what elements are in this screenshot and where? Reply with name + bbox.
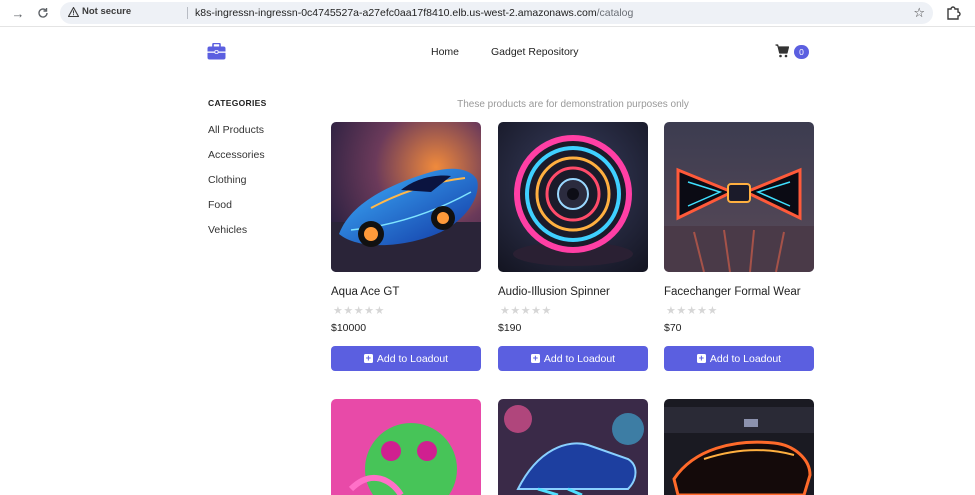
briefcase-logo-icon[interactable] (207, 43, 226, 60)
url-text[interactable]: k8s-ingressn-ingressn-0c4745527a-a27efc0… (195, 7, 633, 19)
address-bar[interactable]: Not secure k8s-ingressn-ingressn-0c47455… (60, 2, 933, 24)
product-name[interactable]: Aqua Ace GT (331, 286, 399, 298)
rating-stars: ★★★★★ (333, 305, 385, 317)
cart-count-badge[interactable]: 0 (794, 45, 809, 59)
add-to-loadout-button[interactable]: + Add to Loadout (331, 346, 481, 371)
add-to-loadout-button[interactable]: + Add to Loadout (664, 346, 814, 371)
url-host: k8s-ingressn-ingressn-0c4745527a-a27efc0… (195, 7, 597, 19)
security-label: Not secure (82, 6, 132, 17)
product-card: Aqua Ace GT ★★★★★ $10000 + Add to Loadou… (331, 122, 481, 371)
product-image-neon-racecar[interactable] (664, 399, 814, 495)
categories-heading: CATEGORIES (208, 98, 267, 108)
product-image-neon-shoes[interactable] (498, 399, 648, 495)
add-to-loadout-button[interactable]: + Add to Loadout (498, 346, 648, 371)
category-accessories[interactable]: Accessories (208, 149, 265, 161)
reload-icon[interactable] (33, 4, 53, 22)
rating-stars: ★★★★★ (500, 305, 552, 317)
nav-home-link[interactable]: Home (431, 46, 459, 58)
demo-disclaimer: These products are for demonstration pur… (457, 99, 689, 110)
product-card: Audio-Illusion Spinner ★★★★★ $190 + Add … (498, 122, 648, 371)
add-to-loadout-label: Add to Loadout (709, 352, 782, 365)
bookmark-star-icon[interactable]: ☆ (913, 5, 925, 21)
security-indicator[interactable]: Not secure (68, 6, 131, 17)
product-image-neon-bowtie[interactable] (664, 122, 814, 272)
category-vehicles[interactable]: Vehicles (208, 224, 247, 236)
product-card: Facechanger Formal Wear ★★★★★ $70 + Add … (664, 122, 814, 371)
browser-toolbar: → Not secure k8s-ingressn-ingressn-0c474… (0, 0, 975, 27)
product-name[interactable]: Audio-Illusion Spinner (498, 286, 610, 298)
category-food[interactable]: Food (208, 199, 232, 211)
url-path: /catalog (596, 7, 634, 19)
omnibox-divider (187, 7, 188, 19)
forward-icon[interactable]: → (8, 4, 28, 22)
warning-icon (68, 6, 79, 17)
product-price: $10000 (331, 322, 367, 334)
product-price: $70 (664, 322, 682, 334)
cart-icon[interactable] (775, 44, 789, 58)
product-image-neon-car[interactable] (331, 122, 481, 272)
add-to-loadout-label: Add to Loadout (543, 352, 616, 365)
plus-icon: + (696, 353, 706, 363)
product-name[interactable]: Facechanger Formal Wear (664, 286, 801, 298)
category-clothing[interactable]: Clothing (208, 174, 247, 186)
plus-icon: + (363, 353, 373, 363)
add-to-loadout-label: Add to Loadout (376, 352, 449, 365)
product-image-neon-frog[interactable] (331, 399, 481, 495)
rating-stars: ★★★★★ (666, 305, 718, 317)
product-price: $190 (498, 322, 522, 334)
category-all-products[interactable]: All Products (208, 124, 264, 136)
plus-icon: + (530, 353, 540, 363)
product-image-neon-spinner[interactable] (498, 122, 648, 272)
nav-gadget-repository-link[interactable]: Gadget Repository (491, 46, 579, 58)
extensions-icon[interactable] (944, 4, 962, 22)
